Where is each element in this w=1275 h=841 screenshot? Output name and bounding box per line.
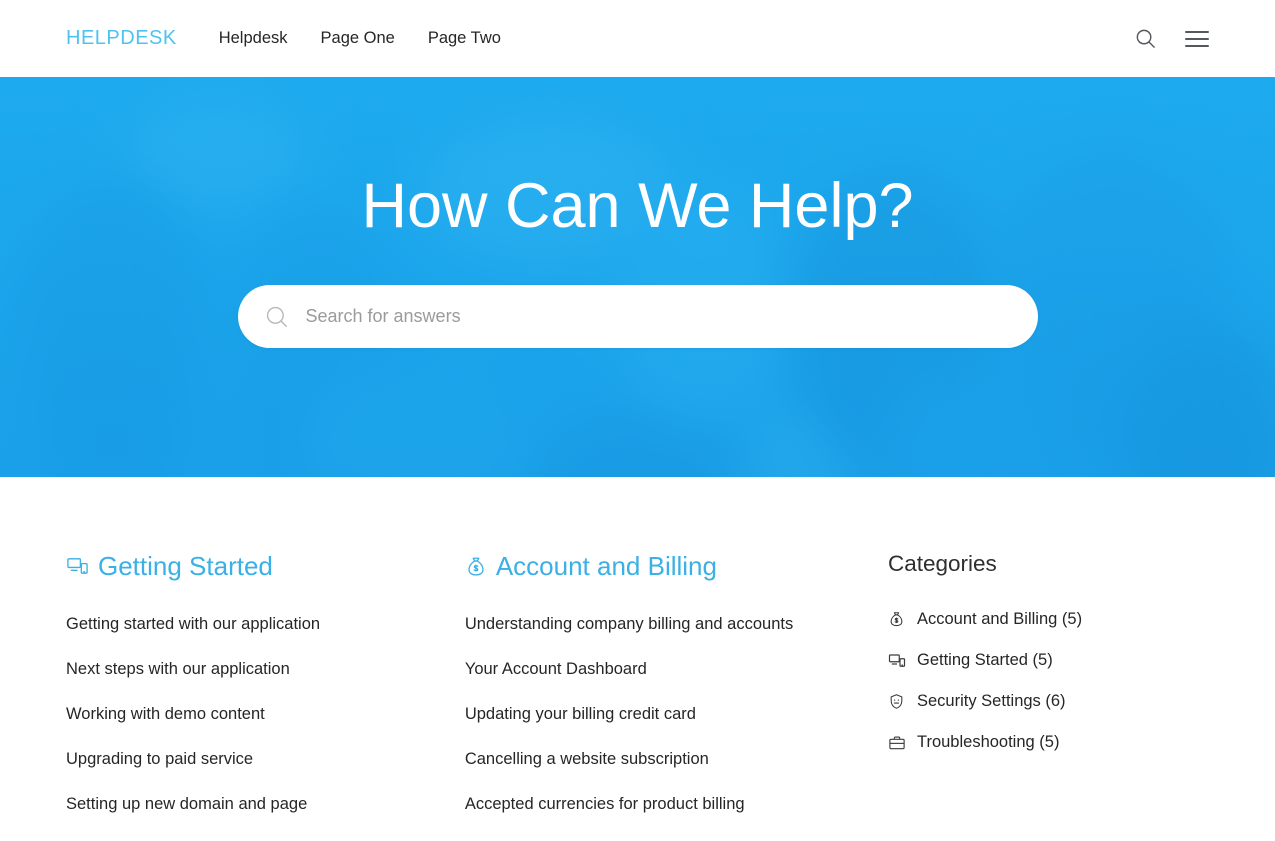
article-link[interactable]: Accepted currencies for product billing [465, 782, 745, 827]
hamburger-menu-icon[interactable] [1185, 30, 1209, 47]
category-item-getting-started[interactable]: Getting Started (5) [888, 640, 1209, 681]
section-title: Account and Billing [495, 551, 717, 581]
hamburger-line [1185, 44, 1209, 47]
list-item: Setting up new domain and page [66, 782, 465, 827]
hamburger-line [1185, 37, 1209, 40]
primary-navigation: Helpdesk Page One Page Two [219, 29, 501, 48]
list-item: Cancelling a website subscription [465, 737, 888, 782]
hero-banner: How Can We Help? [0, 77, 1275, 477]
header-actions [1134, 27, 1209, 50]
article-link[interactable]: Cancelling a website subscription [465, 737, 709, 782]
article-link[interactable]: Upgrading to paid service [66, 737, 253, 782]
devices-icon [888, 652, 906, 670]
category-item-security-settings[interactable]: Security Settings (6) [888, 681, 1209, 722]
list-item: Understanding company billing and accoun… [465, 602, 888, 647]
article-list-account-and-billing: Understanding company billing and accoun… [465, 602, 888, 827]
article-link[interactable]: Setting up new domain and page [66, 782, 307, 827]
shield-icon [888, 693, 906, 711]
list-item: Accepted currencies for product billing [465, 782, 888, 827]
site-header: HELPDESK Helpdesk Page One Page Two [0, 0, 1275, 77]
category-item-account-and-billing[interactable]: Account and Billing (5) [888, 599, 1209, 640]
list-item: Working with demo content [66, 692, 465, 737]
sidebar-categories: Categories Account and Billing (5) Getti… [888, 551, 1209, 827]
section-getting-started: Getting Started Getting started with our… [66, 551, 465, 827]
nav-link-page-two[interactable]: Page Two [428, 29, 501, 48]
article-list-getting-started: Getting started with our application Nex… [66, 602, 465, 827]
section-account-and-billing: Account and Billing Understanding compan… [465, 551, 888, 827]
article-link[interactable]: Your Account Dashboard [465, 647, 647, 692]
section-title: Getting Started [98, 551, 273, 581]
section-heading-getting-started[interactable]: Getting Started [66, 551, 465, 582]
article-link[interactable]: Next steps with our application [66, 647, 290, 692]
list-item: Your Account Dashboard [465, 647, 888, 692]
hero-content: How Can We Help? [0, 77, 1275, 349]
categories-title: Categories [887, 551, 997, 576]
nav-link-page-one[interactable]: Page One [321, 29, 395, 48]
section-heading-account-and-billing[interactable]: Account and Billing [465, 551, 888, 582]
article-link[interactable]: Updating your billing credit card [465, 692, 696, 737]
money-bag-icon [465, 556, 487, 578]
nav-link-helpdesk[interactable]: Helpdesk [219, 29, 288, 48]
list-item: Getting Started (5) [888, 640, 1209, 681]
list-item: Updating your billing credit card [465, 692, 888, 737]
list-item: Account and Billing (5) [888, 599, 1209, 640]
article-link[interactable]: Working with demo content [66, 692, 265, 737]
category-item-troubleshooting[interactable]: Troubleshooting (5) [888, 722, 1209, 763]
search-input[interactable] [305, 306, 1012, 328]
categories-list: Account and Billing (5) Getting Started … [888, 599, 1209, 763]
category-label: Getting Started (5) [916, 651, 1053, 669]
hero-search-bar[interactable] [237, 285, 1038, 349]
main-content: Getting Started Getting started with our… [0, 477, 1275, 827]
article-link[interactable]: Understanding company billing and accoun… [465, 602, 793, 647]
category-label: Account and Billing (5) [916, 610, 1083, 628]
money-bag-icon [888, 611, 906, 629]
list-item: Troubleshooting (5) [888, 722, 1209, 763]
devices-icon [66, 555, 89, 578]
search-icon [264, 304, 290, 330]
category-label: Troubleshooting (5) [916, 733, 1060, 751]
list-item: Upgrading to paid service [66, 737, 465, 782]
article-link[interactable]: Getting started with our application [66, 602, 320, 647]
brand-logo[interactable]: HELPDESK [66, 27, 177, 50]
list-item: Security Settings (6) [888, 681, 1209, 722]
list-item: Next steps with our application [66, 647, 465, 692]
list-item: Getting started with our application [66, 602, 465, 647]
hero-title: How Can We Help? [361, 171, 914, 241]
search-icon[interactable] [1134, 27, 1157, 50]
hamburger-line [1185, 30, 1209, 33]
briefcase-icon [888, 734, 906, 752]
category-label: Security Settings (6) [916, 692, 1066, 710]
